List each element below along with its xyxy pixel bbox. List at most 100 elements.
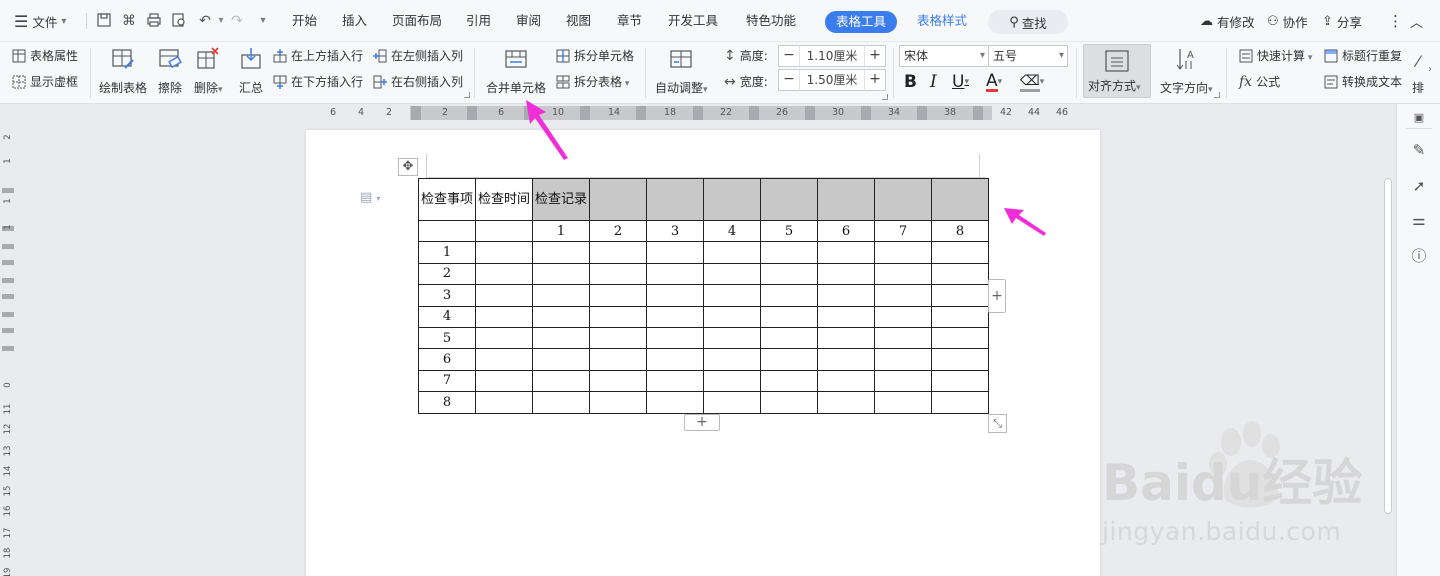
- width-stepper[interactable]: − 1.50厘米 +: [778, 69, 886, 91]
- settings-sliders-icon[interactable]: ⚌: [1409, 210, 1429, 230]
- table-cell[interactable]: [646, 326, 704, 350]
- table-cell[interactable]: [817, 348, 875, 371]
- table-cell[interactable]: [931, 369, 989, 393]
- add-row-button[interactable]: +: [684, 414, 720, 431]
- erase-button[interactable]: 擦除: [158, 44, 182, 100]
- table-cell[interactable]: [475, 241, 533, 264]
- table-cell[interactable]: [874, 241, 932, 264]
- ruler-column-marker[interactable]: [467, 106, 477, 120]
- table-cell[interactable]: [703, 241, 761, 264]
- table-cell[interactable]: [760, 284, 818, 307]
- header-cell[interactable]: [817, 178, 875, 221]
- table-cell[interactable]: [703, 326, 761, 350]
- insert-column-right-button[interactable]: 在右侧插入列: [373, 73, 463, 90]
- panel-toggle-icon[interactable]: ▣: [1409, 108, 1429, 128]
- table-cell[interactable]: [760, 391, 818, 414]
- search-button[interactable]: ⚲ 查找: [988, 10, 1068, 34]
- repeat-header-button[interactable]: 标题行重复: [1324, 47, 1402, 64]
- table-cell[interactable]: [760, 305, 818, 328]
- data-table[interactable]: 检查事项 检查时间 检查记录 1 2 3 4 5 6 7 8 1 2 3 4 5 6 7 8: [418, 178, 989, 414]
- table-cell[interactable]: [874, 305, 932, 328]
- table-cell[interactable]: [532, 305, 590, 328]
- table-cell[interactable]: [874, 262, 932, 286]
- convert-text-button[interactable]: 转换成文本: [1324, 73, 1402, 90]
- dialog-launcher-icon[interactable]: [464, 92, 470, 98]
- header-cell[interactable]: [760, 178, 818, 221]
- table-cell[interactable]: [931, 391, 989, 414]
- text-direction-button[interactable]: A 文字方向▾: [1160, 44, 1213, 100]
- table-cell[interactable]: [931, 348, 989, 371]
- table-cell[interactable]: [475, 326, 533, 350]
- font-color-icon[interactable]: A ▾: [986, 71, 1002, 93]
- increase-width-button[interactable]: +: [865, 70, 885, 90]
- ribbon-scroll-right-icon[interactable]: ›: [1428, 64, 1432, 75]
- table-cell[interactable]: [703, 348, 761, 371]
- ruler-column-marker[interactable]: [636, 106, 646, 120]
- share-button[interactable]: ⇪ 分享: [1322, 11, 1362, 31]
- has-changes-button[interactable]: ☁ 有修改: [1200, 11, 1255, 31]
- table-cell[interactable]: [589, 391, 647, 414]
- subheader-cell[interactable]: 3: [646, 219, 704, 243]
- row-label-cell[interactable]: 8: [418, 391, 476, 414]
- table-cell[interactable]: [817, 262, 875, 286]
- table-cell[interactable]: [532, 262, 590, 286]
- table-cell[interactable]: [532, 369, 590, 393]
- table-cell[interactable]: [532, 241, 590, 264]
- tab-page-layout[interactable]: 页面布局: [392, 9, 442, 33]
- table-cell[interactable]: [817, 326, 875, 350]
- customize-toolbar-icon[interactable]: ▾: [254, 12, 272, 30]
- row-label-cell[interactable]: 4: [418, 305, 476, 328]
- horizontal-ruler[interactable]: 6 4 2 2 6 10 14 18 22 26 30 34 38 42 44 46: [0, 104, 1440, 122]
- table-cell[interactable]: [703, 262, 761, 286]
- table-cell[interactable]: [589, 369, 647, 393]
- table-cell[interactable]: [703, 284, 761, 307]
- tab-view[interactable]: 视图: [566, 9, 591, 33]
- header-cell[interactable]: [589, 178, 647, 221]
- table-cell[interactable]: [475, 391, 533, 414]
- table-cell[interactable]: [817, 369, 875, 393]
- table-cell[interactable]: [760, 241, 818, 264]
- table-cell[interactable]: [760, 369, 818, 393]
- auto-fit-button[interactable]: 自动调整▾: [655, 44, 708, 100]
- collaborate-button[interactable]: ⚇ 协作: [1267, 11, 1308, 31]
- table-cell[interactable]: [703, 305, 761, 328]
- subheader-cell[interactable]: [475, 219, 533, 243]
- tab-table-style[interactable]: 表格样式: [917, 9, 967, 33]
- table-cell[interactable]: [475, 262, 533, 286]
- ruler-column-marker[interactable]: [693, 106, 703, 120]
- subheader-cell[interactable]: 8: [931, 219, 989, 243]
- subheader-cell[interactable]: [418, 219, 476, 243]
- table-cell[interactable]: [589, 305, 647, 328]
- tab-table-tools[interactable]: 表格工具: [825, 11, 898, 33]
- align-button[interactable]: 对齐方式▾: [1083, 44, 1151, 98]
- table-cell[interactable]: [475, 284, 533, 307]
- subheader-cell[interactable]: 1: [532, 219, 590, 243]
- table-move-handle[interactable]: ✥: [398, 158, 418, 176]
- table-cell[interactable]: [589, 262, 647, 286]
- font-family-select[interactable]: 宋体: [899, 45, 989, 67]
- insert-row-below-button[interactable]: 在下方插入行: [273, 73, 363, 90]
- save-icon[interactable]: [95, 12, 113, 30]
- print-preview-icon[interactable]: [170, 12, 188, 30]
- summary-button[interactable]: 汇总: [239, 44, 263, 100]
- table-cell[interactable]: [589, 326, 647, 350]
- table-cell[interactable]: [475, 348, 533, 371]
- table-cell[interactable]: [646, 284, 704, 307]
- table-cell[interactable]: [817, 305, 875, 328]
- table-cell[interactable]: [817, 284, 875, 307]
- dialog-launcher-icon[interactable]: [1214, 92, 1220, 98]
- row-label-cell[interactable]: 6: [418, 348, 476, 371]
- italic-icon[interactable]: I: [930, 71, 937, 93]
- tab-developer[interactable]: 开发工具: [668, 9, 718, 33]
- show-gridlines-button[interactable]: 显示虚框: [12, 73, 78, 90]
- split-cells-button[interactable]: 拆分单元格: [556, 47, 634, 64]
- tab-insert[interactable]: 插入: [342, 9, 367, 33]
- ruler-column-marker[interactable]: [805, 106, 815, 120]
- paragraph-menu-icon[interactable]: ▤ ▾: [360, 190, 380, 205]
- header-cell[interactable]: 检查记录: [532, 178, 590, 221]
- subheader-cell[interactable]: 6: [817, 219, 875, 243]
- vertical-scrollbar[interactable]: [1381, 122, 1395, 576]
- cursor-icon[interactable]: ➚: [1409, 176, 1429, 196]
- add-column-button[interactable]: +: [988, 279, 1006, 313]
- table-cell[interactable]: [931, 241, 989, 264]
